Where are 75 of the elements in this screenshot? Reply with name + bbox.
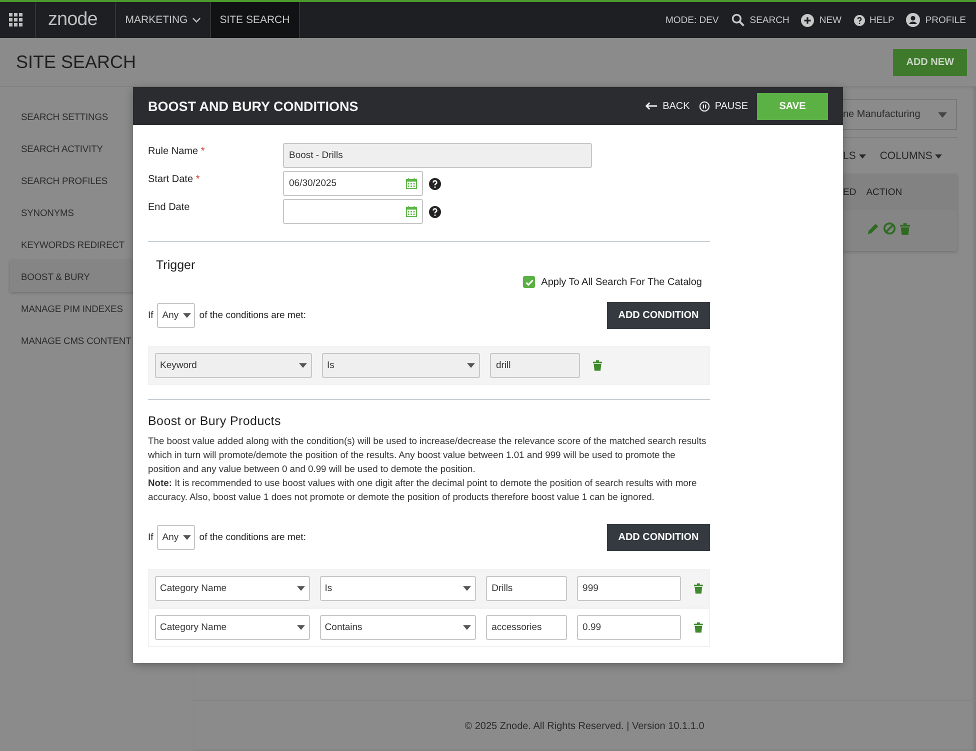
value-field[interactable]: accessories [486, 615, 567, 640]
match-select[interactable]: Any [157, 525, 196, 550]
help-icon[interactable] [429, 178, 441, 190]
caret-icon [938, 112, 947, 118]
nav-action[interactable]: HELP [854, 2, 894, 38]
match-label: of the conditions are met: [199, 532, 306, 543]
if-label: If [148, 310, 154, 321]
checkbox[interactable] [523, 276, 536, 288]
column-header: ACTION [866, 187, 902, 198]
field-select[interactable]: Category Name [155, 576, 310, 601]
caret-icon [462, 625, 471, 630]
edit-icon[interactable] [867, 222, 879, 234]
calendar-icon[interactable] [406, 206, 417, 217]
disable-icon[interactable] [883, 222, 896, 235]
nav-menu-item[interactable]: SITE SEARCH [210, 2, 300, 38]
caret-icon [858, 154, 866, 158]
match-label: of the conditions are met: [199, 310, 306, 321]
operator-select[interactable]: Contains [320, 615, 476, 640]
help-icon[interactable] [429, 206, 441, 218]
operator-select[interactable]: Is [322, 353, 480, 378]
back-button[interactable]: BACK [644, 100, 690, 112]
caret-icon [935, 154, 942, 158]
toolbar-dropdown[interactable]: LS [843, 150, 866, 162]
match-select[interactable]: Any [157, 303, 196, 328]
search-icon [730, 13, 745, 27]
rule-name-field[interactable]: Boost - Drills [283, 143, 592, 168]
plus-circle-icon [801, 14, 814, 26]
checkbox-label: Apply To All Search For The Catalog [541, 276, 702, 288]
delete-icon[interactable] [694, 622, 703, 633]
value-field[interactable]: Drills [486, 576, 567, 601]
section-heading: Boost or Bury Products [148, 414, 282, 428]
delete-icon[interactable] [900, 222, 910, 234]
delete-icon[interactable] [593, 360, 602, 371]
field-label: Rule Name * [148, 145, 206, 157]
description-text: The boost value added along with the condition(s) will be used to increase/decrease the relevance score of the matched search results which in turn will promote/demote the position of the results. Any boost value between 1.01 and 999 will be used to promote the position and any value between 0 and 0.99 will be used to demote the position. [148, 434, 708, 476]
help-icon [854, 14, 865, 26]
arrow-left-icon [644, 101, 658, 111]
boost-field[interactable]: 999 [576, 576, 682, 601]
mode-label: MODE: DEV [665, 14, 719, 28]
delete-icon[interactable] [694, 583, 703, 594]
date-field[interactable]: 06/30/2025 [283, 171, 423, 196]
apps-grid-icon[interactable] [9, 13, 23, 27]
column-header: ED [843, 187, 856, 198]
pause-icon [698, 100, 710, 112]
pause-button[interactable]: PAUSE [698, 100, 748, 112]
field-label: End Date [148, 201, 191, 213]
description-text: Note: It is recommended to use boost values with one digit after the decimal point to demote the position of search results with more accuracy. Also, boost value 1 does not promote or demote the position of products therefore boost value 1 can be ignored. [148, 476, 698, 504]
calendar-icon[interactable] [406, 178, 417, 189]
caret-icon [299, 363, 307, 368]
add-condition-button[interactable]: ADD CONDITION [607, 524, 710, 551]
page-title: SITE SEARCH [16, 52, 136, 72]
add-condition-button[interactable]: ADD CONDITION [607, 302, 710, 329]
footer-text: © 2025 Znode. All Rights Reserved. | Version 10.1.1.0 [464, 720, 704, 732]
sidebar-item[interactable]: KEYWORDS REDIRECT [10, 228, 193, 260]
field-select[interactable]: Keyword [155, 353, 312, 378]
nav-action[interactable]: PROFILE [906, 2, 966, 38]
caret-icon [183, 313, 192, 318]
toolbar-dropdown[interactable]: COLUMNS [880, 150, 942, 162]
caret-icon [462, 586, 471, 591]
nav-action[interactable]: SEARCH [730, 2, 790, 38]
field-select[interactable]: Category Name [155, 615, 310, 640]
nav-action[interactable]: NEW [801, 2, 842, 38]
logo[interactable]: znode [35, 2, 116, 38]
field-label: Start Date * [148, 173, 201, 185]
caret-icon [183, 535, 192, 540]
value-field[interactable]: drill [490, 353, 580, 378]
user-icon [906, 13, 920, 27]
date-field[interactable] [283, 199, 423, 224]
boost-field[interactable]: 0.99 [576, 615, 682, 640]
caret-icon [296, 586, 305, 591]
if-label: If [148, 532, 154, 543]
caret-icon [296, 625, 305, 630]
caret-icon [467, 363, 475, 368]
operator-select[interactable]: Is [320, 576, 476, 601]
modal-title: BOOST AND BURY CONDITIONS [148, 98, 358, 114]
